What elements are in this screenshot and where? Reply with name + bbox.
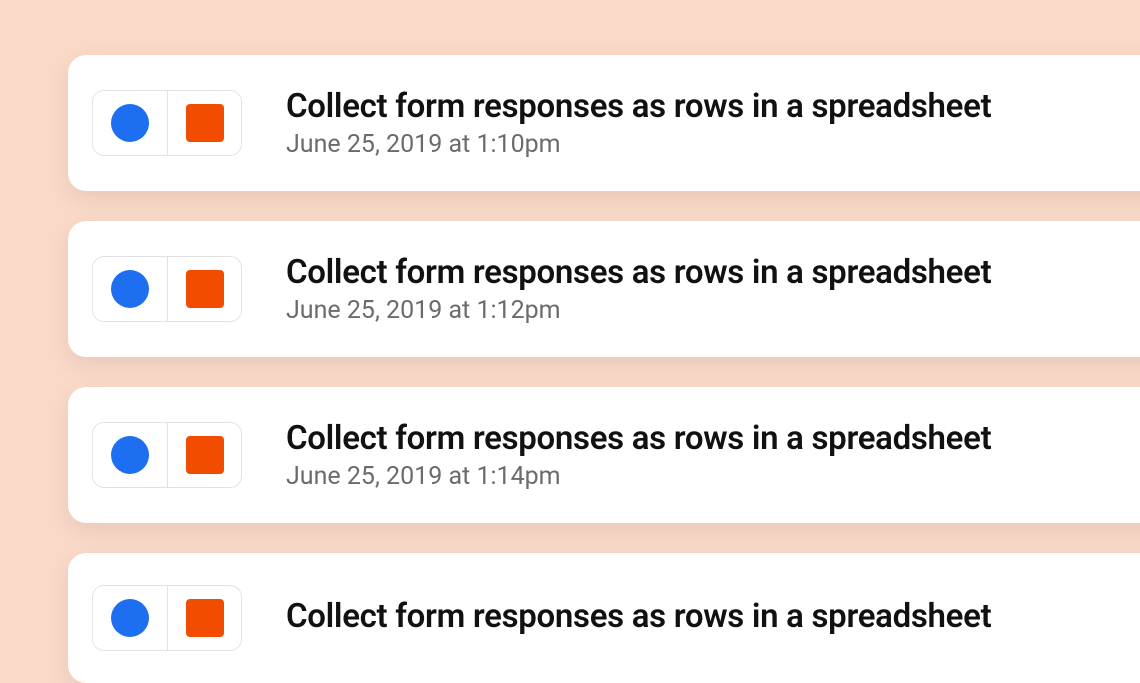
- card-timestamp: June 25, 2019 at 1:14pm: [286, 462, 991, 491]
- circle-icon: [111, 270, 149, 308]
- app-icon-source: [93, 91, 167, 155]
- card-text: Collect form responses as rows in a spre…: [286, 597, 991, 640]
- square-icon: [186, 104, 224, 142]
- card-timestamp: June 25, 2019 at 1:12pm: [286, 296, 991, 325]
- app-icon-source: [93, 423, 167, 487]
- zap-card[interactable]: Collect form responses as rows in a spre…: [68, 221, 1140, 357]
- card-title: Collect form responses as rows in a spre…: [286, 419, 991, 458]
- app-icon-destination: [167, 586, 241, 650]
- circle-icon: [111, 599, 149, 637]
- card-title: Collect form responses as rows in a spre…: [286, 87, 991, 126]
- app-icon-pair: [92, 256, 242, 322]
- zap-card[interactable]: Collect form responses as rows in a spre…: [68, 553, 1140, 683]
- card-title: Collect form responses as rows in a spre…: [286, 253, 991, 292]
- app-icon-pair: [92, 422, 242, 488]
- card-title: Collect form responses as rows in a spre…: [286, 597, 991, 636]
- card-text: Collect form responses as rows in a spre…: [286, 419, 991, 491]
- square-icon: [186, 270, 224, 308]
- app-icon-destination: [167, 423, 241, 487]
- zap-card[interactable]: Collect form responses as rows in a spre…: [68, 55, 1140, 191]
- circle-icon: [111, 436, 149, 474]
- square-icon: [186, 436, 224, 474]
- app-icon-pair: [92, 90, 242, 156]
- app-icon-destination: [167, 91, 241, 155]
- app-icon-destination: [167, 257, 241, 321]
- circle-icon: [111, 104, 149, 142]
- card-text: Collect form responses as rows in a spre…: [286, 87, 991, 159]
- app-icon-source: [93, 257, 167, 321]
- zap-card[interactable]: Collect form responses as rows in a spre…: [68, 387, 1140, 523]
- card-timestamp: June 25, 2019 at 1:10pm: [286, 130, 991, 159]
- square-icon: [186, 599, 224, 637]
- app-icon-source: [93, 586, 167, 650]
- app-icon-pair: [92, 585, 242, 651]
- card-text: Collect form responses as rows in a spre…: [286, 253, 991, 325]
